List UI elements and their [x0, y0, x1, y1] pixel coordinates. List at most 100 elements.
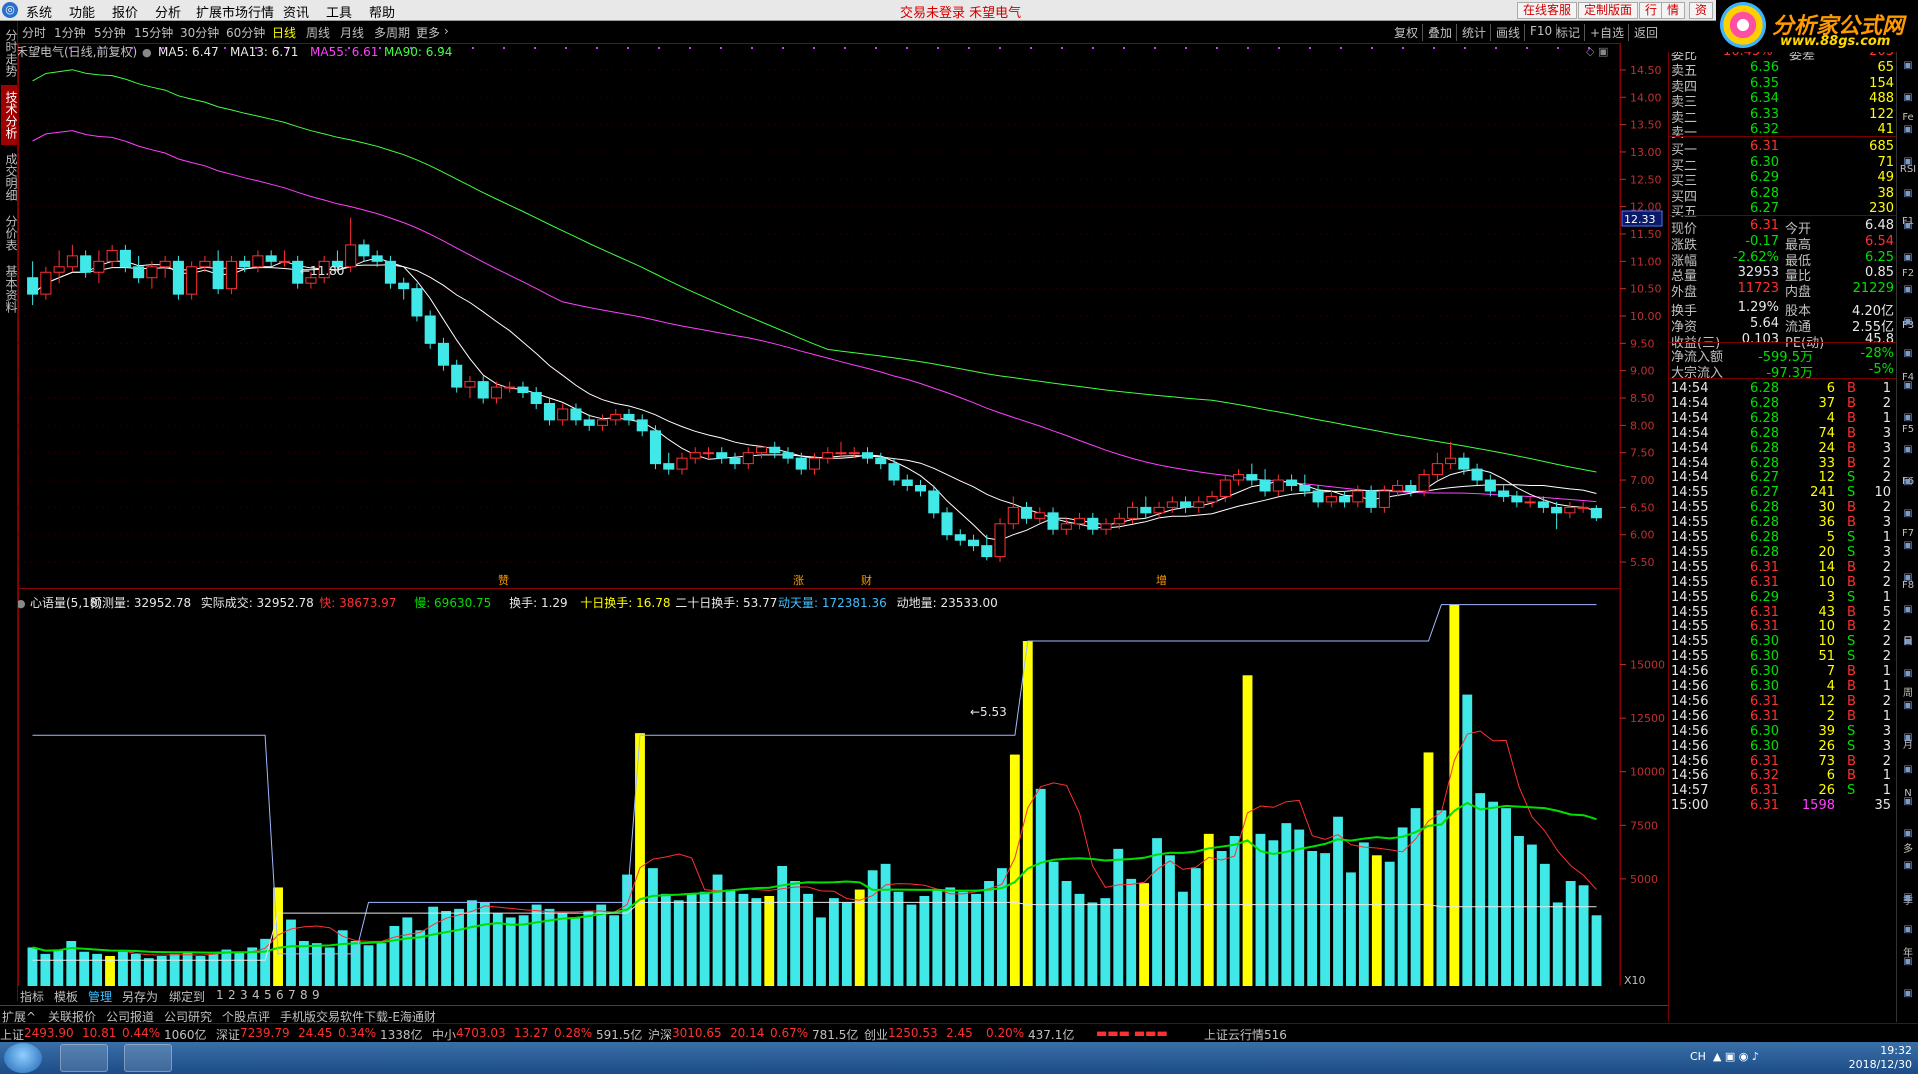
- menu-help[interactable]: 帮助: [369, 2, 395, 21]
- info-dot[interactable]: [1247, 47, 1249, 49]
- menu-ext-market[interactable]: 扩展市场行情: [196, 2, 274, 21]
- info-dot[interactable]: [689, 47, 691, 49]
- tool-glyph-icon[interactable]: ▣: [1899, 348, 1917, 362]
- f10-button[interactable]: F10: [1530, 24, 1558, 38]
- tool-glyph-icon[interactable]: ▣: [1899, 796, 1917, 810]
- tool-glyph-icon[interactable]: ▣: [1899, 60, 1917, 74]
- period-1min[interactable]: 1分钟: [54, 24, 86, 41]
- info-dot[interactable]: [1309, 47, 1311, 49]
- tab-trade-detail[interactable]: 成交明细: [1, 147, 18, 207]
- event-marker[interactable]: 增: [1156, 573, 1167, 587]
- tool-glyph-icon[interactable]: ▣: [1899, 284, 1917, 298]
- tool-glyph-icon[interactable]: ▣: [1899, 860, 1917, 874]
- tool-glyph-icon[interactable]: ▣: [1899, 764, 1917, 778]
- indicator-tab[interactable]: 模板: [54, 988, 78, 1005]
- tool-glyph-icon[interactable]: ▣: [1899, 604, 1917, 618]
- right-tool-icon[interactable]: F5: [1899, 424, 1917, 438]
- period-15min[interactable]: 15分钟: [134, 24, 173, 41]
- ma-toggle-icon[interactable]: ●: [142, 46, 152, 59]
- tool-glyph-icon[interactable]: ▣: [1899, 220, 1917, 234]
- info-dot[interactable]: [627, 47, 629, 49]
- indicator-tab[interactable]: 指标: [20, 988, 44, 1005]
- server-status[interactable]: 上证云行情516: [1204, 1026, 1287, 1043]
- tool-glyph-icon[interactable]: ▣: [1899, 636, 1917, 650]
- menu-system[interactable]: 系统: [26, 2, 52, 21]
- info-dot[interactable]: [875, 47, 877, 49]
- tab-fundamentals[interactable]: 基本资料: [1, 259, 18, 319]
- tool-glyph-icon[interactable]: ▣: [1899, 412, 1917, 426]
- indicator-tab[interactable]: 9: [312, 988, 320, 1002]
- indicator-tab[interactable]: 5: [264, 988, 272, 1002]
- info-dot[interactable]: [1495, 47, 1497, 49]
- index-name[interactable]: 沪深: [648, 1026, 672, 1043]
- indicator-tab[interactable]: 3: [240, 988, 248, 1002]
- tool-glyph-icon[interactable]: ▣: [1899, 668, 1917, 682]
- more-chevron-icon[interactable]: ›: [444, 24, 449, 38]
- info-dot[interactable]: [596, 47, 598, 49]
- info-dot[interactable]: [937, 47, 939, 49]
- info-dot[interactable]: [379, 47, 381, 49]
- info-dot[interactable]: [1402, 47, 1404, 49]
- period-more[interactable]: 更多: [416, 24, 440, 41]
- clock[interactable]: 19:32 2018/12/30: [1849, 1044, 1912, 1072]
- tool-glyph-icon[interactable]: ▣: [1899, 124, 1917, 138]
- app-icon[interactable]: ◎: [2, 2, 18, 18]
- info-dot[interactable]: [1526, 47, 1528, 49]
- custom-layout-button[interactable]: 定制版面: [1578, 2, 1639, 19]
- menu-news[interactable]: 资讯: [283, 2, 309, 21]
- info-dot[interactable]: [1154, 47, 1156, 49]
- info-dot[interactable]: [813, 47, 815, 49]
- info-dot[interactable]: [999, 47, 1001, 49]
- stats-button[interactable]: 统计: [1462, 24, 1492, 41]
- period-60min[interactable]: 60分钟: [226, 24, 265, 41]
- tool-glyph-icon[interactable]: ▣: [1899, 316, 1917, 330]
- indicator-tab[interactable]: 管理: [88, 988, 112, 1005]
- info-dot[interactable]: [906, 47, 908, 49]
- quote-button[interactable]: 行: [1639, 2, 1664, 19]
- info-dot[interactable]: [1464, 47, 1466, 49]
- period-30min[interactable]: 30分钟: [180, 24, 219, 41]
- menu-function[interactable]: 功能: [69, 2, 95, 21]
- indicator-tab[interactable]: 绑定到: [169, 988, 205, 1005]
- event-marker[interactable]: 财: [861, 573, 872, 587]
- indicator-tab[interactable]: 8: [300, 988, 308, 1002]
- right-tool-icon[interactable]: 多: [1899, 840, 1917, 855]
- draw-button[interactable]: 画线: [1496, 24, 1526, 41]
- tool-glyph-icon[interactable]: ▣: [1899, 476, 1917, 490]
- info-dot[interactable]: [472, 47, 474, 49]
- mark-button[interactable]: 标记: [1556, 24, 1586, 41]
- right-tool-icon[interactable]: 周: [1899, 684, 1917, 699]
- tool-glyph-icon[interactable]: ▣: [1899, 892, 1917, 906]
- tool-glyph-icon[interactable]: ▣: [1899, 956, 1917, 970]
- tool-glyph-icon[interactable]: ▣: [1899, 732, 1917, 746]
- period-monthly[interactable]: 月线: [340, 24, 364, 41]
- indicator-tab[interactable]: 另存为: [122, 988, 158, 1005]
- app-taskbar-icon-2[interactable]: [124, 1044, 172, 1072]
- info-dot[interactable]: [1185, 47, 1187, 49]
- indicator-toggle-icon[interactable]: ●: [18, 597, 26, 610]
- indicator-tab[interactable]: 2: [228, 988, 236, 1002]
- indicator-tab[interactable]: 6: [276, 988, 284, 1002]
- info-dot[interactable]: [720, 47, 722, 49]
- tool-glyph-icon[interactable]: ▣: [1899, 700, 1917, 714]
- tool-glyph-icon[interactable]: ▣: [1899, 444, 1917, 458]
- info-dot[interactable]: [968, 47, 970, 49]
- language-indicator[interactable]: CH: [1690, 1050, 1706, 1063]
- indicator-tab[interactable]: 4: [252, 988, 260, 1002]
- tool-glyph-icon[interactable]: ▣: [1899, 988, 1917, 1002]
- chart-area[interactable]: 14.5014.0013.5013.0012.5012.0011.5011.00…: [18, 43, 1668, 1000]
- back-button[interactable]: 返回: [1634, 24, 1662, 41]
- period-weekly[interactable]: 周线: [306, 24, 330, 41]
- info-button[interactable]: 资: [1689, 2, 1714, 19]
- tool-glyph-icon[interactable]: ▣: [1899, 252, 1917, 266]
- info-dot[interactable]: [534, 47, 536, 49]
- menu-analysis[interactable]: 分析: [155, 2, 181, 21]
- info-dot[interactable]: [751, 47, 753, 49]
- panel-settings-icon[interactable]: ◇ ▣: [1586, 45, 1608, 58]
- adjust-button[interactable]: 复权: [1394, 24, 1424, 41]
- indicator-tab[interactable]: 1: [216, 988, 224, 1002]
- period-5min[interactable]: 5分钟: [94, 24, 126, 41]
- tab-technical-analysis[interactable]: 技术分析: [1, 85, 18, 145]
- start-button[interactable]: [4, 1043, 42, 1073]
- info-dot[interactable]: [1092, 47, 1094, 49]
